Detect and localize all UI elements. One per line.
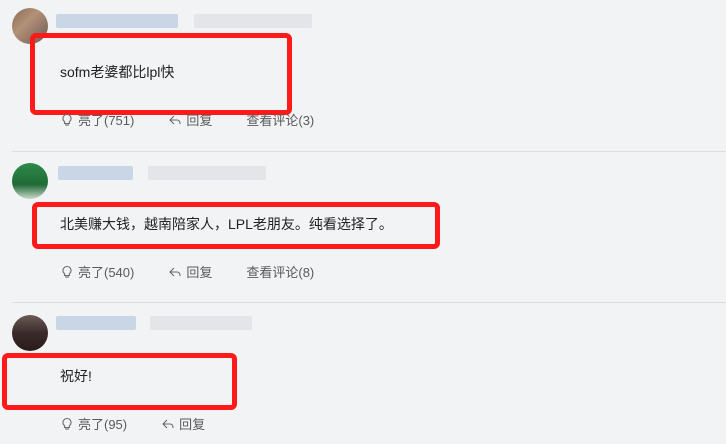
like-button[interactable]: 亮了(95) <box>60 414 127 433</box>
red-highlight-box <box>2 353 237 410</box>
view-comments-link[interactable]: 查看评论(3) <box>246 110 314 129</box>
reply-arrow-icon <box>168 265 182 279</box>
comment-text: 北美赚大钱，越南陪家人，LPL老朋友。纯看选择了。 <box>60 216 393 232</box>
reply-label: 回复 <box>186 265 213 280</box>
comment-actions: 亮了(751) 回复 查看评论(3) <box>60 110 348 129</box>
lightbulb-icon <box>60 265 74 279</box>
lightbulb-icon <box>60 417 74 431</box>
reply-button[interactable]: 回复 <box>168 262 212 281</box>
divider <box>12 151 726 152</box>
view-comments-label: 查看评论(3) <box>246 113 315 128</box>
divider <box>12 302 726 303</box>
username-blurred[interactable] <box>56 316 136 330</box>
comment-text: sofm老婆都比lpl快 <box>60 64 175 80</box>
comment-actions: 亮了(540) 回复 查看评论(8) <box>60 262 348 281</box>
like-label: 亮了(540) <box>78 265 135 280</box>
username-blurred[interactable] <box>58 166 133 180</box>
meta-blurred <box>194 14 312 28</box>
reply-label: 回复 <box>186 113 213 128</box>
meta-blurred <box>150 316 252 330</box>
comment-text: 祝好! <box>60 368 92 384</box>
like-label: 亮了(95) <box>78 417 128 432</box>
comment-actions: 亮了(95) 回复 <box>60 414 239 433</box>
avatar[interactable] <box>12 315 48 351</box>
reply-arrow-icon <box>168 113 182 127</box>
avatar[interactable] <box>12 163 48 199</box>
like-label: 亮了(751) <box>78 113 135 128</box>
reply-label: 回复 <box>179 417 206 432</box>
username-blurred[interactable] <box>56 14 178 28</box>
like-button[interactable]: 亮了(540) <box>60 262 134 281</box>
meta-blurred <box>148 166 266 180</box>
reply-button[interactable]: 回复 <box>168 110 212 129</box>
lightbulb-icon <box>60 113 74 127</box>
reply-button[interactable]: 回复 <box>161 414 205 433</box>
reply-arrow-icon <box>161 417 175 431</box>
like-button[interactable]: 亮了(751) <box>60 110 134 129</box>
view-comments-label: 查看评论(8) <box>246 265 315 280</box>
view-comments-link[interactable]: 查看评论(8) <box>246 262 314 281</box>
